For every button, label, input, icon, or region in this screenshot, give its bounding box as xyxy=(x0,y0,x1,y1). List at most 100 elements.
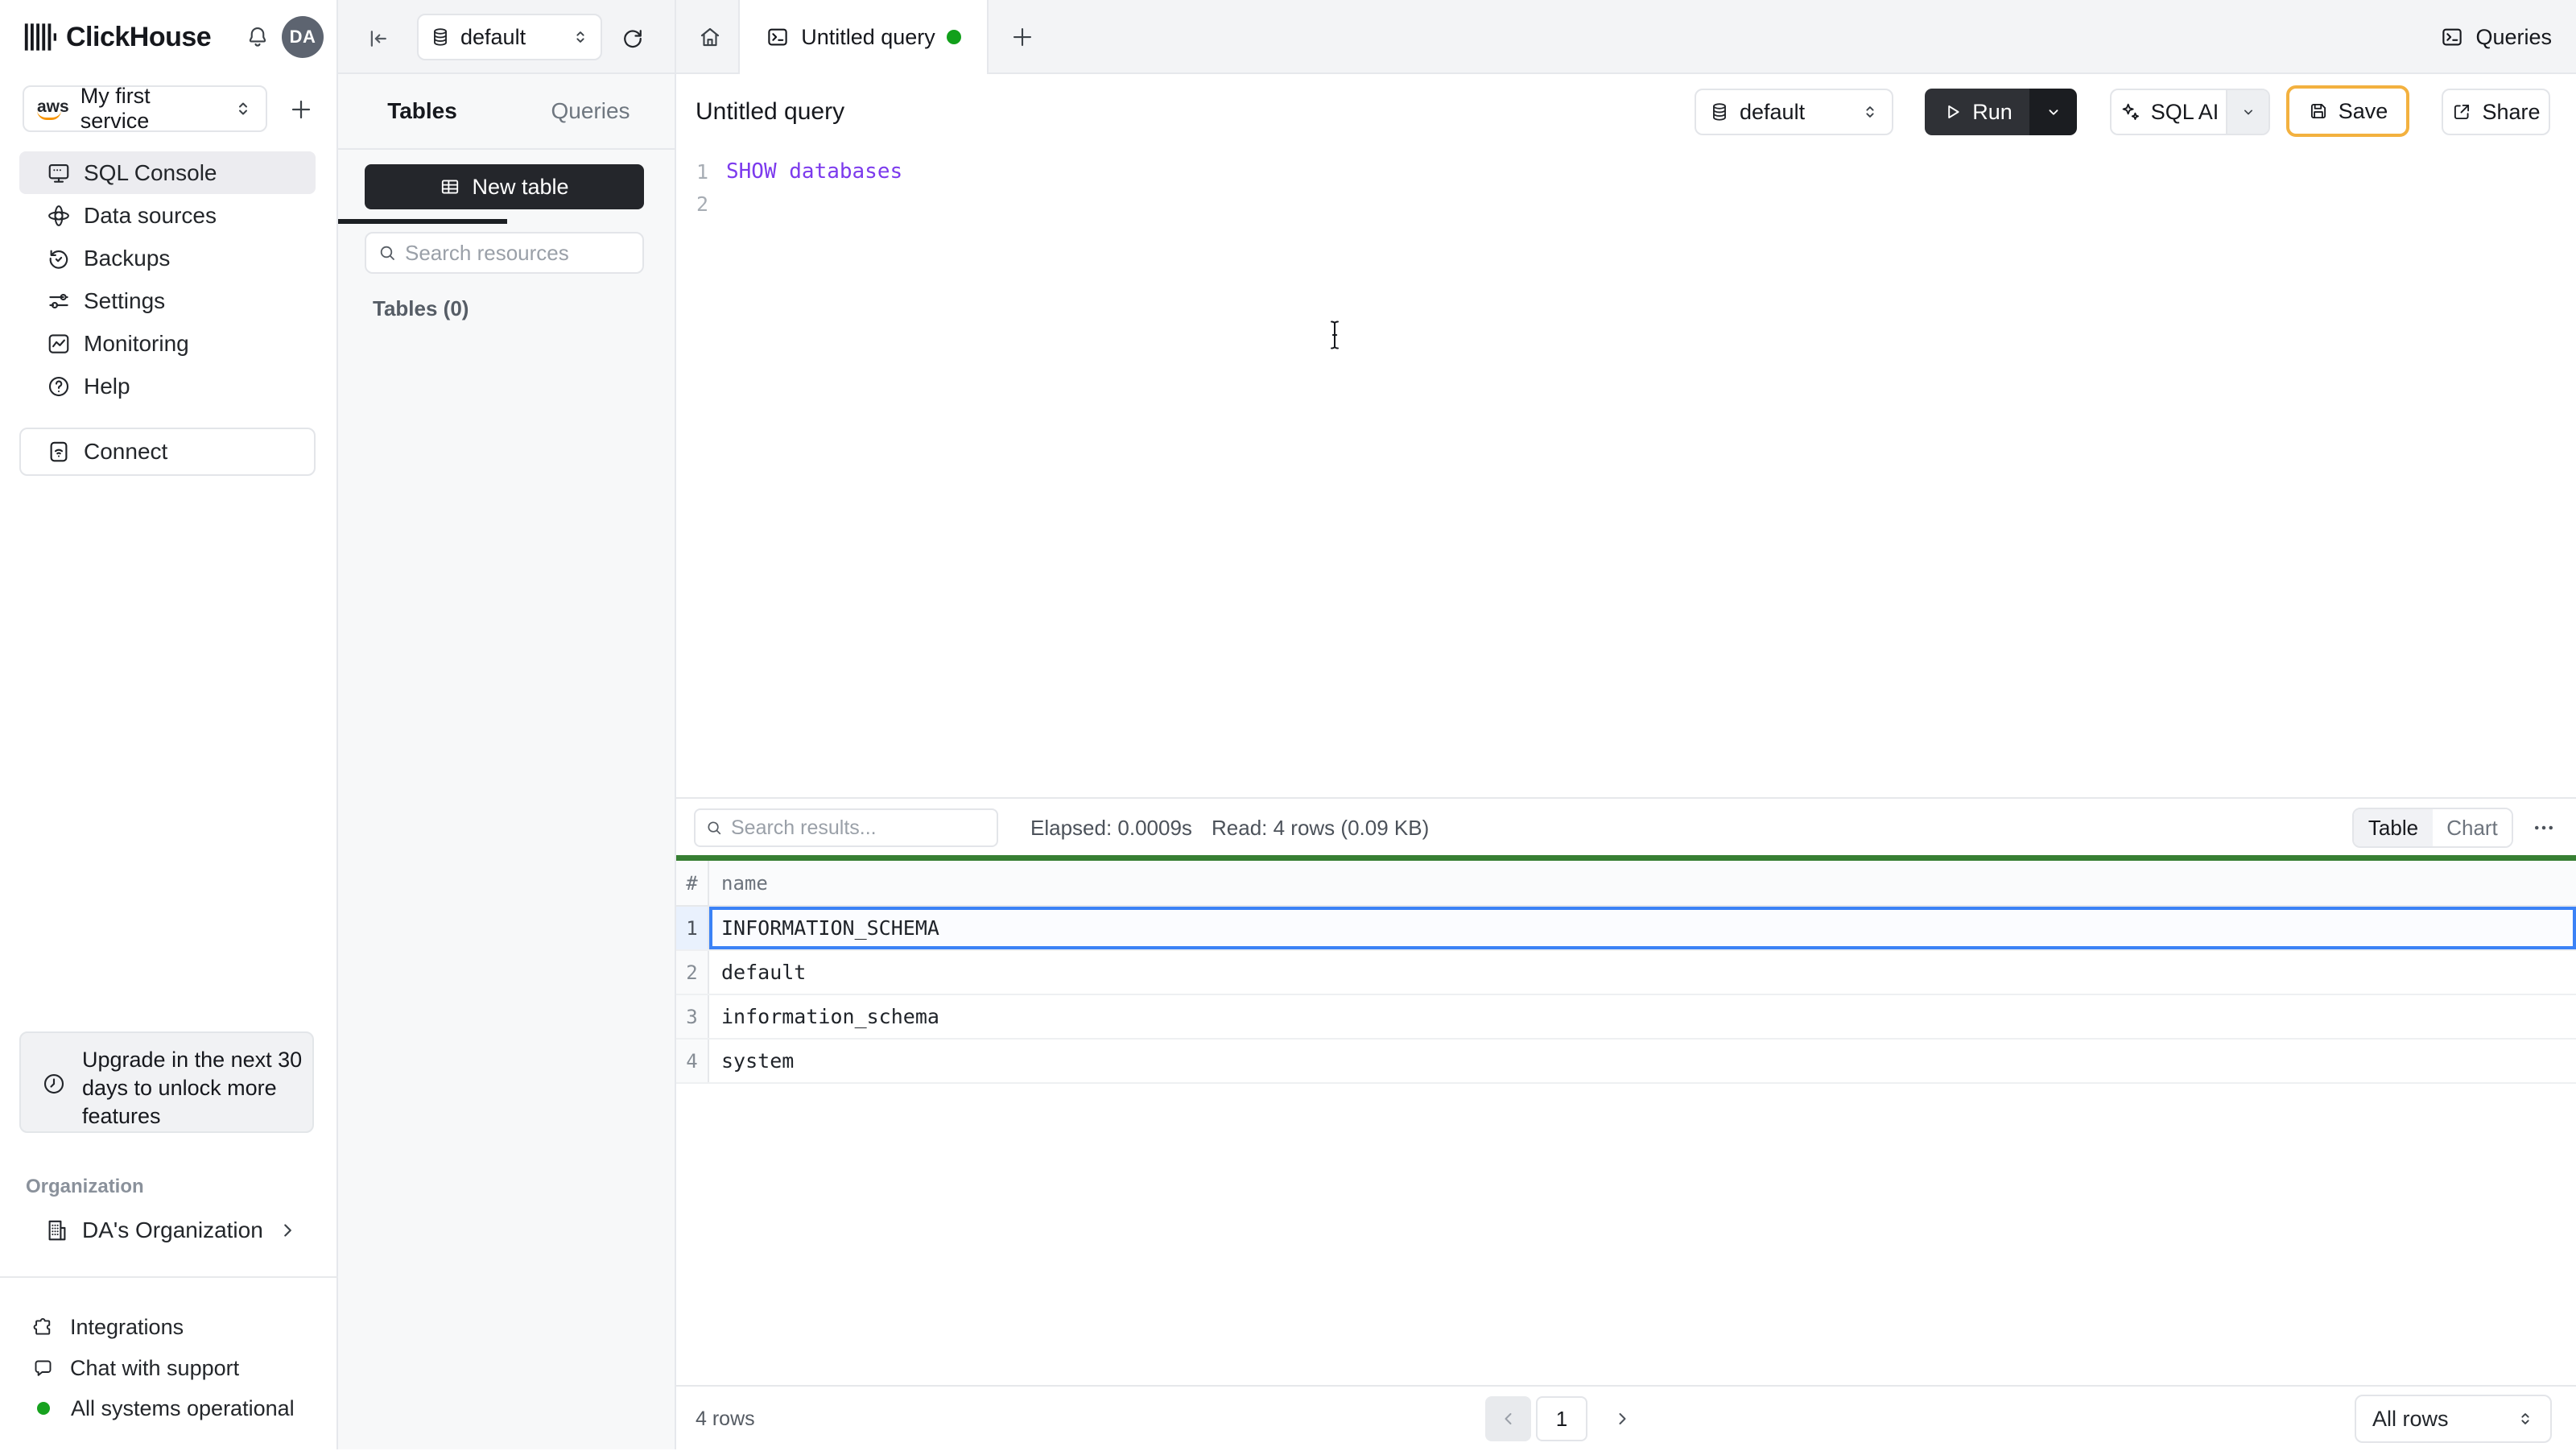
tab-untitled-query[interactable]: Untitled query xyxy=(738,0,989,74)
database-icon xyxy=(1709,101,1730,122)
resource-search-box[interactable] xyxy=(365,232,644,274)
query-title[interactable]: Untitled query xyxy=(696,74,844,150)
tab-tables[interactable]: Tables xyxy=(338,73,506,149)
sidebar-header: ClickHouse DA xyxy=(0,0,338,74)
share-label: Share xyxy=(2482,99,2541,124)
toggle-chart[interactable]: Chart xyxy=(2433,809,2512,846)
cell-name[interactable]: system xyxy=(709,1040,2576,1082)
chevron-updown-icon xyxy=(572,28,589,46)
chevron-updown-icon xyxy=(1861,103,1879,121)
organization-name: DA's Organization xyxy=(82,1217,263,1242)
sql-ai-options-button[interactable] xyxy=(2226,90,2268,134)
editor-line[interactable]: 1 SHOW databases xyxy=(676,155,2576,188)
next-page-button[interactable] xyxy=(1602,1396,1642,1441)
sidebar-item-monitoring[interactable]: Monitoring xyxy=(19,322,316,365)
ellipsis-menu-icon[interactable] xyxy=(2524,812,2563,844)
sql-ai-label: SQL AI xyxy=(2150,99,2219,124)
organization-item[interactable]: DA's Organization xyxy=(19,1208,316,1253)
save-button[interactable]: Save xyxy=(2286,85,2409,137)
results-toolbar: Elapsed: 0.0009s Read: 4 rows (0.09 KB) … xyxy=(676,797,2576,855)
page-number-button[interactable]: 1 xyxy=(1536,1396,1587,1441)
integrations-label: Integrations xyxy=(70,1314,184,1339)
sidebar-item-chat-support[interactable]: Chat with support xyxy=(32,1352,322,1384)
system-status-item[interactable]: All systems operational xyxy=(32,1392,322,1424)
backups-icon xyxy=(47,246,71,271)
table-row[interactable]: 2 default xyxy=(676,951,2576,995)
results-search-input[interactable] xyxy=(731,816,987,840)
new-tab-button[interactable] xyxy=(1005,19,1040,55)
view-toggle: Table Chart xyxy=(2352,808,2513,848)
resource-explorer-panel: default Tables Queries New table Search … xyxy=(338,0,676,1449)
service-selector-label: My first service xyxy=(80,84,151,133)
column-header-name[interactable]: name xyxy=(709,861,2576,905)
run-button[interactable]: Run xyxy=(1925,89,2029,135)
add-service-button[interactable] xyxy=(287,95,316,124)
share-button[interactable]: Share xyxy=(2442,89,2550,135)
run-options-button[interactable] xyxy=(2029,89,2077,135)
run-button-group: Run xyxy=(1925,89,2077,135)
settings-icon xyxy=(47,289,71,313)
tab-queries[interactable]: Queries xyxy=(506,73,675,149)
sidebar-item-label: Settings xyxy=(84,287,166,313)
sql-ai-button[interactable]: SQL AI xyxy=(2112,90,2226,134)
text-cursor-icon xyxy=(1325,319,1344,351)
chevron-left-icon xyxy=(1499,1409,1518,1428)
sidebar-item-sql-console[interactable]: SQL Console xyxy=(19,151,316,194)
sidebar-item-help[interactable]: Help xyxy=(19,365,316,407)
clock-icon xyxy=(42,1072,66,1096)
sidebar-item-backups[interactable]: Backups xyxy=(19,237,316,279)
page-size-selector[interactable]: All rows xyxy=(2355,1395,2552,1443)
active-tab-underline xyxy=(338,219,507,224)
sidebar-item-data-sources[interactable]: Data sources xyxy=(19,194,316,237)
home-icon[interactable] xyxy=(692,19,728,55)
explorer-tabs: Tables Queries xyxy=(338,73,675,224)
cell-name[interactable]: default xyxy=(709,951,2576,994)
queries-button[interactable]: Queries xyxy=(2440,18,2552,56)
toggle-table[interactable]: Table xyxy=(2354,809,2433,846)
prev-page-button[interactable] xyxy=(1485,1396,1531,1441)
cell-name[interactable]: information_schema xyxy=(709,995,2576,1038)
play-icon xyxy=(1942,101,1963,122)
editor-line[interactable]: 2 xyxy=(676,187,2576,221)
sparkles-icon xyxy=(2119,101,2141,123)
table-row[interactable]: 3 information_schema xyxy=(676,995,2576,1040)
elapsed-stat: Elapsed: 0.0009s xyxy=(1030,815,1192,840)
tab-title: Untitled query xyxy=(801,24,935,49)
page-size-value: All rows xyxy=(2372,1406,2449,1431)
sidebar-item-label: SQL Console xyxy=(84,159,217,185)
upgrade-notice-card[interactable]: Upgrade in the next 30 days to unlock mo… xyxy=(19,1031,314,1133)
database-selector[interactable]: default xyxy=(417,14,602,60)
new-table-button[interactable]: New table xyxy=(365,164,644,209)
refresh-icon[interactable] xyxy=(615,21,650,56)
chevron-right-icon xyxy=(277,1220,298,1241)
row-number: 3 xyxy=(676,995,709,1038)
new-table-label: New table xyxy=(472,174,569,199)
query-header: Untitled query default Run SQL AI Save S… xyxy=(676,74,2576,150)
database-selector-value: default xyxy=(460,24,526,49)
avatar[interactable]: DA xyxy=(282,16,324,58)
chevron-down-icon xyxy=(2045,103,2062,121)
connect-button[interactable]: Connect xyxy=(19,428,316,476)
sidebar-item-label: Help xyxy=(84,373,130,399)
table-row[interactable]: 4 system xyxy=(676,1040,2576,1084)
main-workspace: Untitled query Queries Untitled query de… xyxy=(676,0,2576,1449)
data-sources-icon xyxy=(47,204,71,228)
sidebar-item-integrations[interactable]: Integrations xyxy=(32,1311,322,1343)
sidebar-item-settings[interactable]: Settings xyxy=(19,279,316,322)
results-search-box[interactable] xyxy=(694,808,998,847)
sql-editor[interactable]: 1 SHOW databases 2 xyxy=(676,150,2576,797)
sql-code: SHOW databases xyxy=(726,159,903,184)
query-database-selector[interactable]: default xyxy=(1695,89,1893,135)
explorer-topbar: default xyxy=(338,0,675,74)
collapse-panel-icon[interactable] xyxy=(361,21,396,56)
chevron-updown-icon xyxy=(233,99,253,118)
row-number: 4 xyxy=(676,1040,709,1082)
sidebar-item-label: Data sources xyxy=(84,202,217,228)
results-table-header: # name xyxy=(676,861,2576,907)
notifications-bell-icon[interactable] xyxy=(238,18,277,56)
column-header-index: # xyxy=(676,861,709,905)
table-row[interactable]: 1 INFORMATION_SCHEMA xyxy=(676,907,2576,951)
service-selector[interactable]: aws My first service xyxy=(23,84,267,133)
resource-search-input[interactable] xyxy=(405,240,631,266)
cell-name[interactable]: INFORMATION_SCHEMA xyxy=(709,907,2576,949)
